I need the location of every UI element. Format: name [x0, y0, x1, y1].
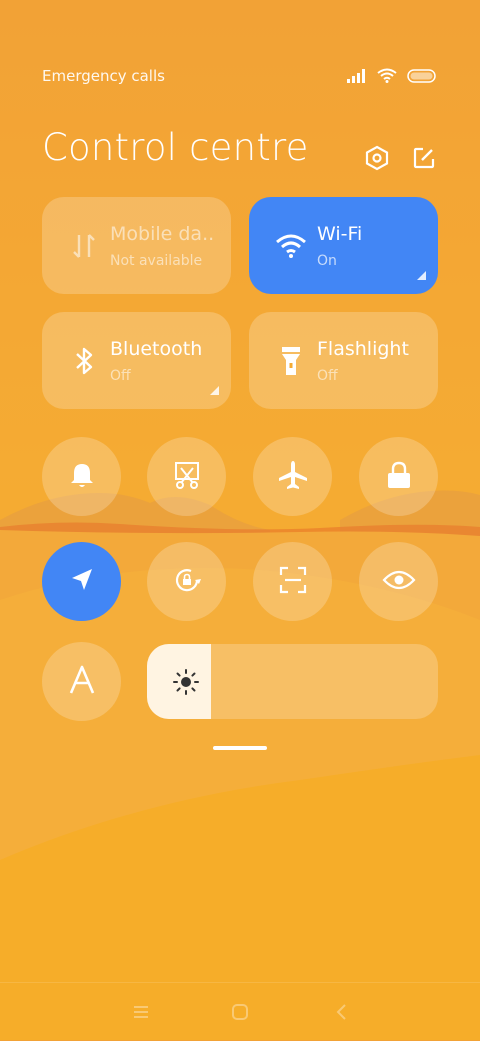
wifi-icon — [275, 230, 307, 262]
page-title: Control centre — [42, 126, 309, 169]
menu-icon — [132, 1004, 150, 1024]
tile-flashlight[interactable]: Flashlight Off — [249, 312, 438, 409]
lock-icon — [385, 460, 413, 494]
screenshot-icon — [172, 460, 202, 494]
tile-label: Flashlight — [317, 338, 409, 360]
status-bar: Emergency calls o — [42, 67, 442, 87]
battery-icon — [407, 68, 437, 87]
scan-icon — [278, 565, 308, 599]
toggle-reading-mode[interactable] — [359, 542, 438, 621]
expand-corner-icon — [210, 386, 219, 395]
mobile-data-icon — [68, 230, 100, 262]
tile-status: Not available — [110, 253, 203, 269]
toggle-screenshot[interactable] — [147, 437, 226, 516]
home-icon — [231, 1003, 249, 1025]
tile-status: Off — [317, 368, 338, 384]
tile-label: Bluetooth — [110, 338, 203, 360]
drag-handle[interactable] — [213, 746, 267, 750]
location-icon — [68, 566, 96, 598]
toggle-auto-brightness[interactable] — [42, 642, 121, 721]
toggle-scanner[interactable] — [253, 542, 332, 621]
edit-icon — [412, 146, 436, 174]
menu-button[interactable] — [130, 1003, 152, 1025]
toggle-rotation-lock[interactable] — [147, 542, 226, 621]
auto-brightness-icon — [68, 665, 96, 699]
tile-status: Off — [110, 368, 131, 384]
airplane-icon — [277, 459, 309, 495]
sun-icon — [172, 668, 200, 696]
edit-button[interactable] — [410, 146, 438, 174]
back-icon — [334, 1003, 348, 1025]
rotation-lock-icon — [171, 564, 203, 600]
brightness-slider[interactable] — [147, 644, 438, 719]
tile-label: Mobile da.. — [110, 223, 215, 245]
navigation-bar — [0, 982, 480, 1041]
flashlight-icon — [275, 345, 307, 377]
toggle-airplane[interactable] — [253, 437, 332, 516]
tile-mobile-data[interactable]: Mobile da.. Not available — [42, 197, 231, 294]
settings-button[interactable] — [363, 145, 391, 175]
home-button[interactable] — [229, 1003, 251, 1025]
toggle-lock-screen[interactable] — [359, 437, 438, 516]
eye-icon — [381, 568, 416, 596]
settings-hex-icon — [364, 145, 390, 175]
carrier-text: Emergency calls o — [42, 67, 167, 85]
tile-bluetooth[interactable]: Bluetooth Off — [42, 312, 231, 409]
bluetooth-icon — [68, 345, 100, 377]
tile-status: On — [317, 253, 337, 269]
tile-label: Wi-Fi — [317, 223, 363, 245]
toggle-location[interactable] — [42, 542, 121, 621]
wifi-icon — [377, 68, 397, 87]
bell-icon — [67, 460, 97, 494]
expand-corner-icon — [417, 271, 426, 280]
tile-wifi[interactable]: Wi-Fi On — [249, 197, 438, 294]
signal-icon — [347, 68, 367, 87]
back-button[interactable] — [330, 1003, 352, 1025]
toggle-sound[interactable] — [42, 437, 121, 516]
